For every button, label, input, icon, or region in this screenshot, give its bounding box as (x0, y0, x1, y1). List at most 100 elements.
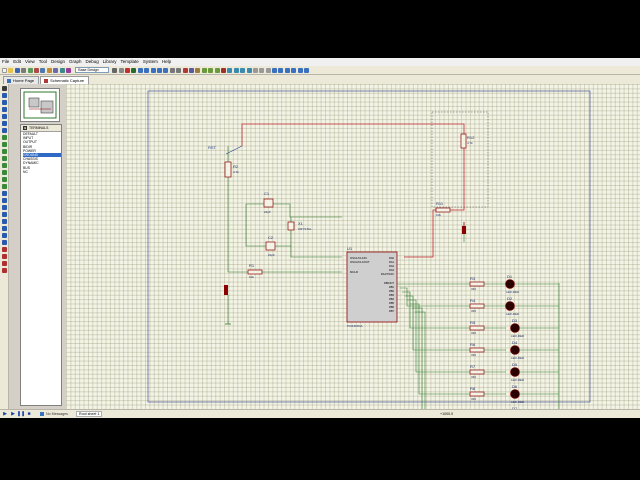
decompose-icon[interactable] (246, 67, 252, 73)
ra4-pushbutton[interactable] (462, 226, 466, 234)
menu-tool[interactable]: Tool (39, 58, 47, 66)
c1-capacitor[interactable] (263, 198, 274, 208)
step-icon[interactable]: ▶ (10, 411, 16, 417)
electrical-rule-check-icon[interactable] (304, 67, 310, 73)
tape-recorder-icon[interactable] (1, 156, 7, 161)
crosshair-icon[interactable] (131, 67, 137, 73)
block-rotate-icon[interactable] (214, 67, 220, 73)
led-d5[interactable] (510, 367, 520, 377)
schematic-canvas[interactable]: RST R12 4.7k R11 10k R2 4.7k C1 22pF X1 … (66, 84, 640, 409)
x1-crystal[interactable] (287, 221, 295, 231)
r1-resistor[interactable] (247, 269, 263, 275)
schematic-icon[interactable] (33, 67, 39, 73)
component-mode-icon[interactable] (1, 93, 7, 98)
redo-icon[interactable] (176, 67, 182, 73)
symbol-2d-icon[interactable] (1, 233, 7, 238)
wire-label-icon[interactable] (1, 107, 7, 112)
graph-mode-icon[interactable] (1, 149, 7, 154)
wire-autorouter-icon[interactable] (252, 67, 258, 73)
cut-icon[interactable] (182, 67, 188, 73)
search-tag-icon[interactable] (259, 67, 265, 73)
arc-2d-icon[interactable] (1, 212, 7, 217)
close-project-icon[interactable] (21, 67, 27, 73)
selection-mode-icon[interactable] (1, 86, 7, 91)
origin-icon[interactable] (125, 67, 131, 73)
new-sheet-icon[interactable] (278, 67, 284, 73)
led-d3[interactable] (510, 323, 520, 333)
zoom-out-icon[interactable] (150, 67, 156, 73)
gerber-icon[interactable] (46, 67, 52, 73)
zoom-area-icon[interactable] (163, 67, 169, 73)
list-item[interactable]: NC (23, 170, 61, 174)
copy-icon[interactable] (188, 67, 194, 73)
resistor-r6[interactable] (469, 347, 485, 353)
new-file-icon[interactable] (2, 67, 7, 73)
home-icon[interactable] (27, 67, 33, 73)
save-icon[interactable] (14, 67, 20, 73)
help-icon[interactable] (65, 67, 71, 73)
led-d6[interactable] (510, 389, 520, 399)
r2-resistor[interactable] (224, 161, 232, 178)
buses-icon[interactable] (1, 121, 7, 126)
pick-devices-button[interactable]: P (23, 126, 27, 130)
r12-resistor[interactable] (460, 133, 467, 149)
menu-help[interactable]: Help (162, 58, 171, 66)
junction-dot-icon[interactable] (1, 100, 7, 105)
current-probe-icon[interactable] (1, 177, 7, 182)
property-assignment-icon[interactable] (265, 67, 271, 73)
open-folder-icon[interactable] (8, 67, 14, 73)
play-icon[interactable]: ▶ (2, 411, 8, 417)
tab-home-page[interactable]: Home Page (3, 76, 40, 84)
line-2d-icon[interactable] (1, 191, 7, 196)
circle-2d-icon[interactable] (1, 205, 7, 210)
tab-schematic-capture[interactable]: Schematic Capture (40, 76, 90, 84)
mirror-x-icon[interactable] (1, 261, 7, 266)
menu-template[interactable]: Template (121, 58, 139, 66)
led-d2[interactable] (505, 301, 515, 311)
menu-file[interactable]: File (2, 58, 9, 66)
sheet-selector[interactable]: Root sheet 1 (75, 411, 103, 417)
zoom-all-icon[interactable] (157, 67, 163, 73)
block-copy-icon[interactable] (201, 67, 207, 73)
text-2d-icon[interactable] (1, 226, 7, 231)
pan-icon[interactable] (137, 67, 143, 73)
remove-sheet-icon[interactable] (284, 67, 290, 73)
block-move-icon[interactable] (208, 67, 214, 73)
sub-circuit-icon[interactable] (1, 128, 7, 133)
pause-icon[interactable]: ❚❚ (17, 411, 25, 417)
menu-debug[interactable]: Debug (86, 58, 99, 66)
menu-graph[interactable]: Graph (69, 58, 82, 66)
overview-window[interactable] (20, 88, 60, 122)
pcb-icon[interactable] (40, 67, 46, 73)
led-d1[interactable] (505, 279, 515, 289)
menu-design[interactable]: Design (51, 58, 65, 66)
path-2d-icon[interactable] (1, 219, 7, 224)
bom-icon[interactable] (53, 67, 59, 73)
packaging-tool-icon[interactable] (240, 67, 246, 73)
resistor-r7[interactable] (469, 369, 485, 375)
box-2d-icon[interactable] (1, 198, 7, 203)
rotate-ccw-icon[interactable] (1, 254, 7, 259)
led-d4[interactable] (510, 345, 520, 355)
resistor-r8[interactable] (469, 391, 485, 397)
paste-icon[interactable] (195, 67, 201, 73)
refresh-icon[interactable] (112, 67, 118, 73)
design-explorer-icon[interactable] (272, 67, 278, 73)
toggle-grid-icon[interactable] (118, 67, 124, 73)
pick-device-icon[interactable] (227, 67, 233, 73)
rotate-cw-icon[interactable] (1, 247, 7, 252)
netlist-icon[interactable] (297, 67, 303, 73)
mirror-y-icon[interactable] (1, 268, 7, 273)
terminals-mode-icon[interactable] (1, 135, 7, 140)
design-variant-dropdown[interactable]: Base Design (75, 67, 110, 73)
zoom-in-icon[interactable] (144, 67, 150, 73)
exit-to-parent-icon[interactable] (291, 67, 297, 73)
menu-edit[interactable]: Edit (13, 58, 21, 66)
stop-icon[interactable]: ■ (26, 411, 32, 417)
c2-capacitor[interactable] (265, 241, 276, 251)
generator-icon[interactable] (1, 163, 7, 168)
voltage-probe-icon[interactable] (1, 170, 7, 175)
messages-indicator[interactable]: No Messages (40, 412, 68, 416)
block-delete-icon[interactable] (220, 67, 226, 73)
resistor-r3[interactable] (469, 281, 485, 287)
